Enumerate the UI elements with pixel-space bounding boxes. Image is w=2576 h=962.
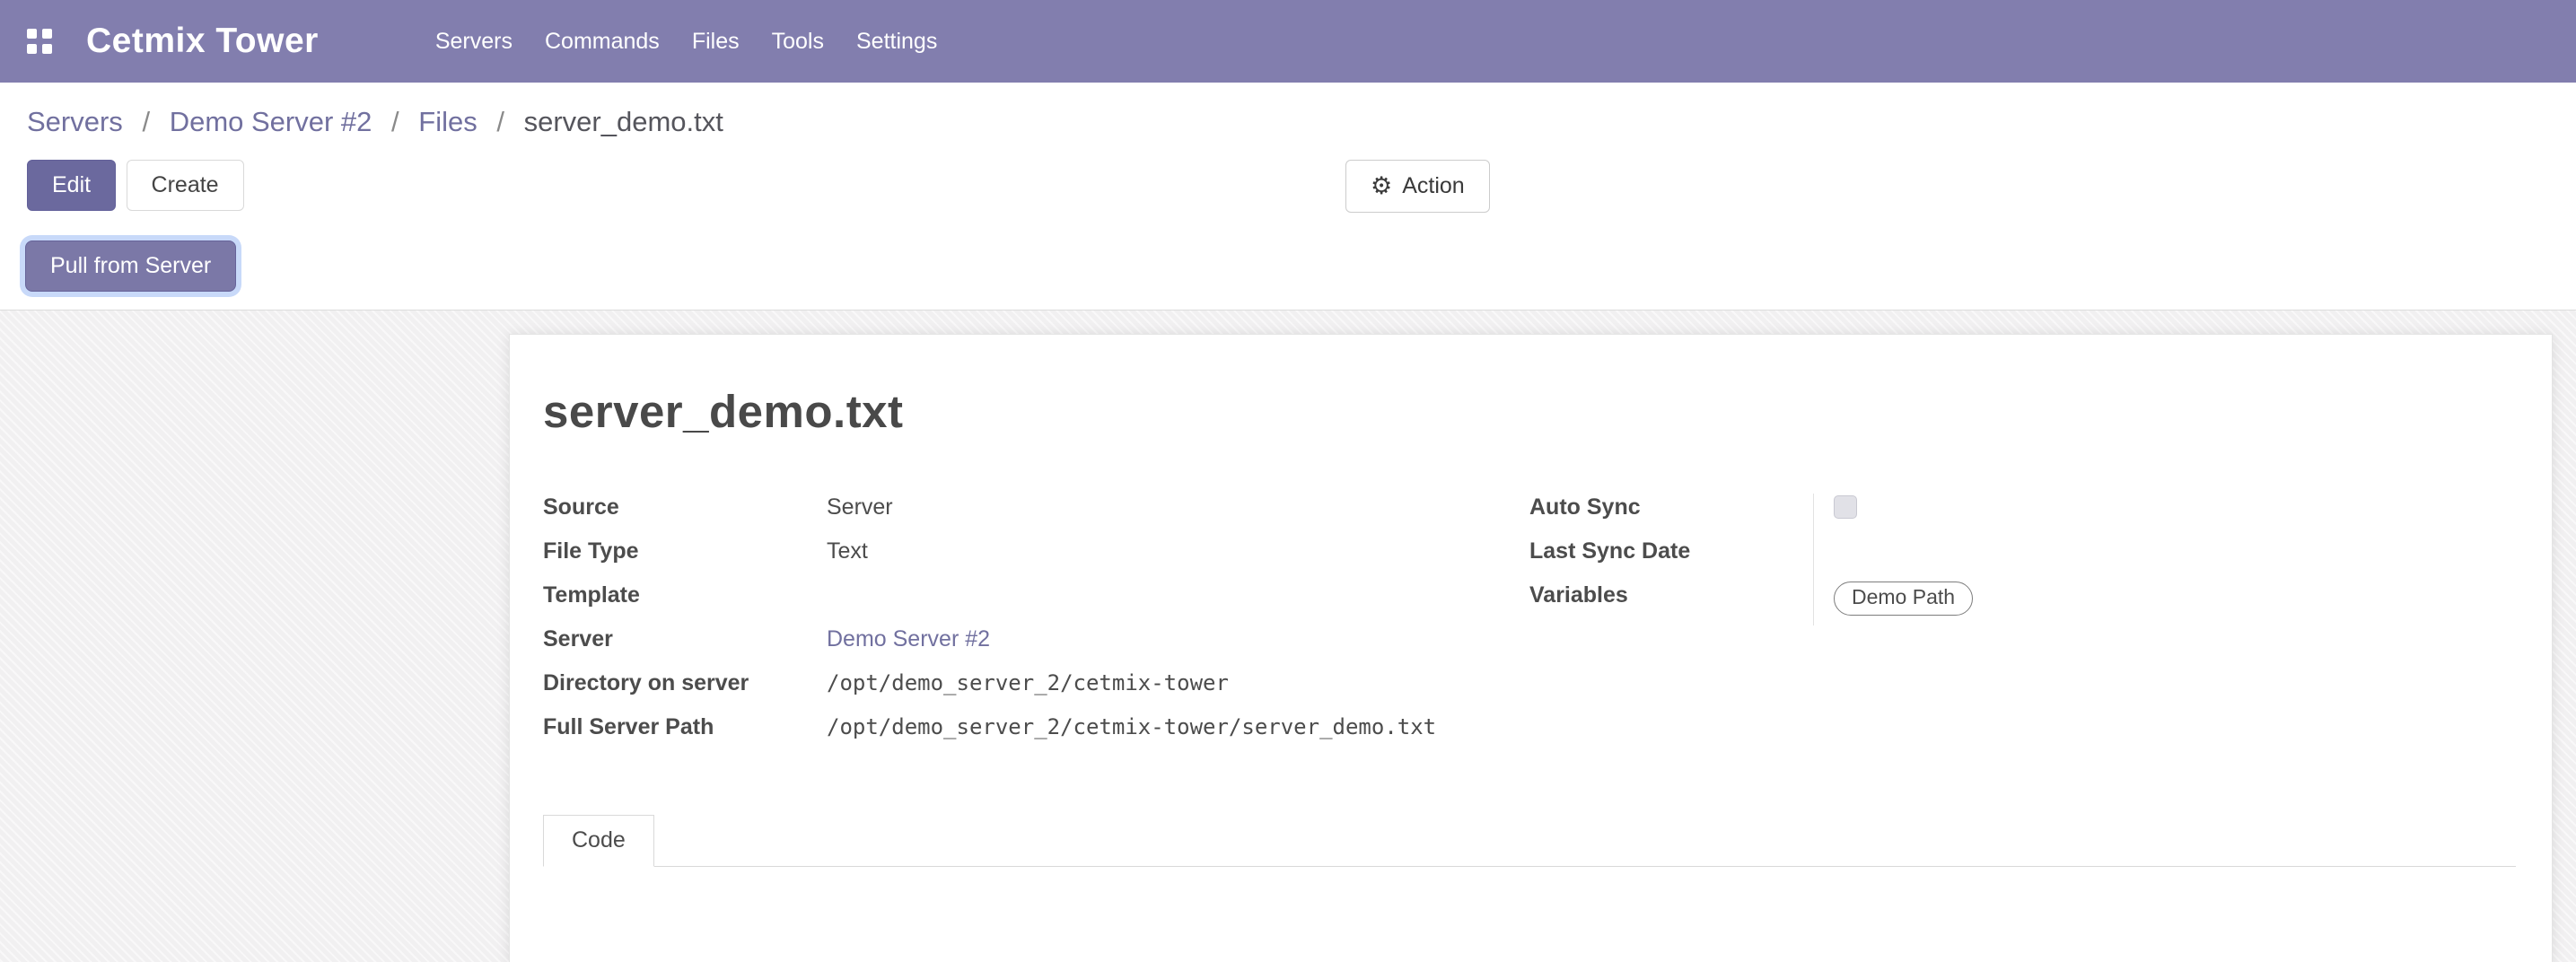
auto-sync-checkbox[interactable]	[1834, 495, 1857, 519]
field-label: Full Server Path	[543, 713, 827, 740]
field-directory-on-server: Directory on server /opt/demo_server_2/c…	[543, 669, 1529, 713]
field-server: Server Demo Server #2	[543, 625, 1529, 669]
field-value: Demo Path	[1813, 582, 2516, 625]
apps-grid-square	[27, 29, 37, 39]
field-grid: Source Server File Type Text Template Se…	[543, 494, 2516, 757]
form-view-background: server_demo.txt Source Server File Type …	[0, 310, 2576, 962]
menu-servers[interactable]: Servers	[419, 0, 529, 83]
field-value: Text	[827, 538, 868, 564]
breadcrumb-separator: /	[496, 106, 504, 137]
variable-tag-demo-path: Demo Path	[1834, 582, 1973, 616]
field-label: Source	[543, 494, 827, 520]
apps-grid-square	[42, 29, 52, 39]
create-button[interactable]: Create	[127, 160, 244, 211]
field-value	[1813, 494, 2516, 538]
server-link[interactable]: Demo Server #2	[827, 626, 990, 652]
main-menu: Servers Commands Files Tools Settings	[419, 0, 953, 83]
field-label: File Type	[543, 538, 827, 564]
apps-grid-square	[42, 44, 52, 54]
edit-button[interactable]: Edit	[27, 160, 116, 211]
breadcrumb-current: server_demo.txt	[524, 106, 723, 137]
apps-grid-square	[27, 44, 37, 54]
field-source: Source Server	[543, 494, 1529, 538]
breadcrumb-files[interactable]: Files	[418, 106, 477, 137]
breadcrumb-servers[interactable]: Servers	[27, 106, 123, 137]
pull-row: Pull from Server	[25, 240, 2576, 292]
menu-settings[interactable]: Settings	[840, 0, 953, 83]
action-button[interactable]: ⚙ Action	[1345, 160, 1490, 213]
field-full-server-path: Full Server Path /opt/demo_server_2/cetm…	[543, 713, 1529, 757]
field-label: Variables	[1529, 582, 1813, 608]
menu-files[interactable]: Files	[676, 0, 756, 83]
tab-code[interactable]: Code	[543, 815, 654, 867]
apps-grid-icon[interactable]	[27, 29, 52, 54]
breadcrumb-separator: /	[391, 106, 399, 137]
top-navbar: Cetmix Tower Servers Commands Files Tool…	[0, 0, 2576, 83]
field-template: Template	[543, 582, 1529, 625]
field-last-sync-date: Last Sync Date	[1529, 538, 2516, 582]
action-button-label: Action	[1402, 175, 1464, 197]
breadcrumb-demo-server-2[interactable]: Demo Server #2	[170, 106, 372, 137]
field-value	[1813, 538, 2516, 582]
field-column-right: Auto Sync Last Sync Date Variables Demo …	[1529, 494, 2516, 757]
breadcrumb-separator: /	[142, 106, 150, 137]
pull-from-server-button[interactable]: Pull from Server	[25, 240, 236, 292]
notebook-tabs: Code	[543, 815, 2516, 867]
field-label: Last Sync Date	[1529, 538, 1813, 564]
menu-commands[interactable]: Commands	[529, 0, 676, 83]
field-variables: Variables Demo Path	[1529, 582, 2516, 625]
breadcrumb: Servers / Demo Server #2 / Files / serve…	[0, 83, 2576, 138]
field-label: Auto Sync	[1529, 494, 1813, 520]
field-column-left: Source Server File Type Text Template Se…	[543, 494, 1529, 757]
field-value: /opt/demo_server_2/cetmix-tower	[827, 669, 1229, 695]
form-sheet: server_demo.txt Source Server File Type …	[509, 334, 2553, 962]
menu-tools[interactable]: Tools	[756, 0, 840, 83]
field-label: Server	[543, 625, 827, 652]
field-value: /opt/demo_server_2/cetmix-tower/server_d…	[827, 713, 1436, 739]
field-file-type: File Type Text	[543, 538, 1529, 582]
field-auto-sync: Auto Sync	[1529, 494, 2516, 538]
control-panel: Servers / Demo Server #2 / Files / serve…	[0, 83, 2576, 310]
app-brand[interactable]: Cetmix Tower	[86, 22, 319, 61]
field-label: Template	[543, 582, 827, 608]
field-value: Demo Server #2	[827, 625, 990, 652]
button-row: Edit Create ⚙ Action	[27, 160, 2576, 212]
gear-icon: ⚙	[1371, 174, 1392, 198]
page-title: server_demo.txt	[543, 385, 2516, 438]
field-value: Server	[827, 494, 893, 520]
code-tab-content	[543, 867, 2516, 962]
field-label: Directory on server	[543, 669, 827, 696]
